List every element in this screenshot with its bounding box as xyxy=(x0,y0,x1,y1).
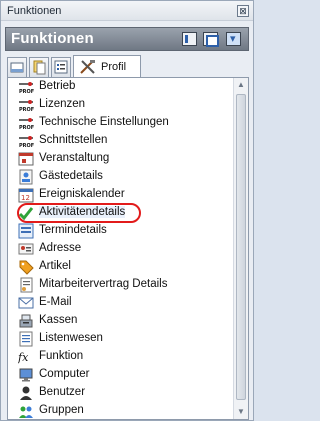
list-item-funktion[interactable]: fx Funktion xyxy=(8,348,233,366)
tab-documents[interactable] xyxy=(29,57,49,77)
list-item-label: Benutzer xyxy=(39,386,86,398)
list-icon xyxy=(18,331,34,347)
list-item-veranstaltung[interactable]: Veranstaltung xyxy=(8,150,233,168)
documents-icon xyxy=(33,60,46,75)
list-item-betrieb[interactable]: PROFIL Betrieb xyxy=(8,78,233,96)
list-item-label: Veranstaltung xyxy=(39,152,110,164)
group-icon xyxy=(18,403,34,419)
svg-text:fx: fx xyxy=(18,351,29,364)
list-item-label: Schnittstellen xyxy=(39,134,108,146)
functions-window: Funktionen ⊠ Funktionen ▾ Profil PROF Be… xyxy=(0,0,254,421)
calendar-icon: 12 xyxy=(18,187,34,203)
list-item-label: Lizenzen xyxy=(39,98,86,110)
list-item-ereigniskalender[interactable]: 12 Ereigniskalender xyxy=(8,186,233,204)
highlight-circle xyxy=(17,203,141,223)
svg-text:PROFIL: PROFIL xyxy=(19,107,34,113)
svg-text:12: 12 xyxy=(21,194,30,202)
list-item-label: Funktion xyxy=(39,350,84,362)
function-icon: fx xyxy=(17,349,34,365)
window-icon xyxy=(10,62,24,73)
svg-text:PROFIL: PROFIL xyxy=(19,89,34,95)
tab-strip: Profil xyxy=(7,55,249,78)
window-title: Funktionen xyxy=(7,5,62,17)
tab-desktop[interactable] xyxy=(7,57,27,77)
list-item-label: Artikel xyxy=(39,260,71,272)
function-list: PROFIL Betrieb PROFIL Lizenzen PROFIL Te… xyxy=(7,77,249,420)
maximize-button[interactable] xyxy=(203,32,219,47)
svg-text:PROFIL: PROFIL xyxy=(19,143,34,149)
list-item-label: E-Mail xyxy=(39,296,72,308)
list-item-schnittstellen[interactable]: PROFIL Schnittstellen xyxy=(8,132,233,150)
profil-icon: PROFIL xyxy=(18,97,40,113)
list-item-kassen[interactable]: Kassen xyxy=(8,312,233,330)
list-item-gruppen[interactable]: Gruppen xyxy=(8,402,233,419)
profil-icon: PROFIL xyxy=(18,115,40,131)
tools-icon xyxy=(79,59,97,78)
list-item-label: Mitarbeitervertrag Details xyxy=(39,278,168,290)
list-item-benutzer[interactable]: Benutzer xyxy=(8,384,233,402)
scroll-down-icon[interactable]: ▼ xyxy=(235,406,247,418)
dock-left-button[interactable] xyxy=(182,32,197,46)
list-item-lizenzen[interactable]: PROFIL Lizenzen xyxy=(8,96,233,114)
list-item-mitarbeitervertrag-details[interactable]: Mitarbeitervertrag Details xyxy=(8,276,233,294)
close-icon[interactable]: ⊠ xyxy=(237,5,249,17)
list-item-label: Gruppen xyxy=(39,404,84,416)
list-item-label: Betrieb xyxy=(39,80,76,92)
list-item-adresse[interactable]: Adresse xyxy=(8,240,233,258)
options-dropdown-button[interactable] xyxy=(226,32,241,46)
scroll-up-icon[interactable]: ▲ xyxy=(235,79,247,91)
list-item-technische-einstellungen[interactable]: PROFIL Technische Einstellungen xyxy=(8,114,233,132)
list-item-label: Adresse xyxy=(39,242,82,254)
appointment-icon xyxy=(18,223,34,239)
contract-icon xyxy=(18,277,34,293)
address-card-icon xyxy=(18,241,34,257)
list-item-label: Computer xyxy=(39,368,90,380)
panel-header-title: Funktionen xyxy=(11,30,94,47)
list-item-label: Ereigniskalender xyxy=(39,188,125,200)
user-icon xyxy=(18,385,34,401)
list-item-label: Listenwesen xyxy=(39,332,103,344)
list-item-termindetails[interactable]: Termindetails xyxy=(8,222,233,240)
event-icon xyxy=(18,151,34,167)
tag-icon xyxy=(18,259,34,275)
tab-profil[interactable]: Profil xyxy=(73,55,141,78)
list-item-label: Kassen xyxy=(39,314,78,326)
list-view-icon xyxy=(54,60,68,74)
tab-list[interactable] xyxy=(51,57,71,77)
list-item-e-mail[interactable]: E-Mail xyxy=(8,294,233,312)
list-item-label: Termindetails xyxy=(39,224,107,236)
panel-header: Funktionen xyxy=(5,27,249,51)
guest-icon xyxy=(18,169,34,185)
tab-profil-label: Profil xyxy=(101,61,127,73)
profil-icon: PROFIL xyxy=(18,133,40,149)
svg-text:PROFIL: PROFIL xyxy=(19,125,34,131)
title-bar: Funktionen ⊠ xyxy=(1,1,253,21)
list-item-label: Gästedetails xyxy=(39,170,103,182)
list-item-gaestedetails[interactable]: Gästedetails xyxy=(8,168,233,186)
computer-icon xyxy=(18,367,34,383)
profil-icon: PROFIL xyxy=(18,79,40,95)
scrollbar-thumb[interactable] xyxy=(236,94,246,400)
list-item-artikel[interactable]: Artikel xyxy=(8,258,233,276)
list-item-listenwesen[interactable]: Listenwesen xyxy=(8,330,233,348)
vertical-scrollbar[interactable]: ▲ ▼ xyxy=(233,78,248,419)
list-item-label: Technische Einstellungen xyxy=(39,116,169,128)
cash-register-icon xyxy=(18,313,34,329)
list-item-computer[interactable]: Computer xyxy=(8,366,233,384)
email-icon xyxy=(18,295,34,311)
